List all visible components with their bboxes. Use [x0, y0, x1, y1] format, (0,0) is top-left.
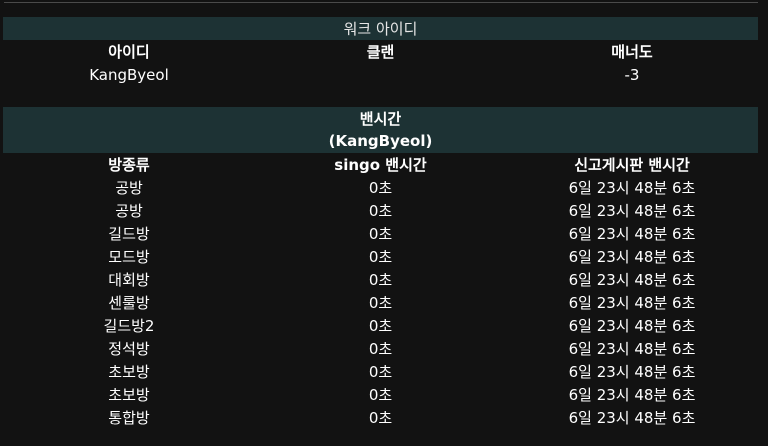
singo-ban-cell: 0초 — [368, 225, 393, 243]
board-ban-cell: 6일 23시 48분 6초 — [568, 317, 696, 335]
col-header-manner: 매너도 — [611, 43, 653, 61]
ban-time-subtitle: (KangByeol) — [328, 132, 433, 150]
singo-ban-cell: 0초 — [368, 202, 393, 220]
board-ban-cell: 6일 23시 48분 6초 — [568, 386, 696, 404]
room-type-cell: 대회방 — [108, 271, 150, 289]
table-row: 모드방 0초 6일 23시 48분 6초 — [3, 245, 758, 268]
singo-ban-cell: 0초 — [368, 409, 393, 427]
table-row: 통합방 0초 6일 23시 48분 6초 — [3, 406, 758, 429]
table-row: 센룰방 0초 6일 23시 48분 6초 — [3, 291, 758, 314]
ban-time-section: 밴시간 (KangByeol) 방종류 singo 밴시간 신고게시판 밴시간 … — [3, 107, 758, 429]
table-row: 공방 0초 6일 23시 48분 6초 — [3, 199, 758, 222]
table-row: 초보방 0초 6일 23시 48분 6초 — [3, 360, 758, 383]
room-type-cell: 공방 — [115, 179, 143, 197]
manner-cell: -3 — [624, 65, 640, 84]
singo-ban-cell: 0초 — [368, 179, 393, 197]
col-header-clan: 클랜 — [366, 43, 395, 61]
col-header-id: 아이디 — [108, 43, 150, 61]
singo-ban-cell: 0초 — [368, 340, 393, 358]
singo-ban-cell: 0초 — [368, 294, 393, 312]
table-row: 초보방 0초 6일 23시 48분 6초 — [3, 383, 758, 406]
room-type-cell: 초보방 — [108, 386, 150, 404]
table-row: 공방 0초 6일 23시 48분 6초 — [3, 176, 758, 199]
singo-ban-cell: 0초 — [368, 386, 393, 404]
user-id-cell: KangByeol — [89, 65, 169, 84]
room-type-cell: 정석방 — [108, 340, 150, 358]
singo-ban-cell: 0초 — [368, 248, 393, 266]
top-divider — [4, 2, 758, 3]
board-ban-cell: 6일 23시 48분 6초 — [568, 225, 696, 243]
board-ban-cell: 6일 23시 48분 6초 — [568, 340, 696, 358]
ban-time-header: 밴시간 (KangByeol) — [3, 107, 758, 153]
work-id-section: 워크 아이디 아이디 클랜 매너도 KangByeol -3 — [3, 17, 758, 86]
board-ban-cell: 6일 23시 48분 6초 — [568, 248, 696, 266]
singo-ban-cell: 0초 — [368, 271, 393, 289]
ban-rows: 공방 0초 6일 23시 48분 6초 공방 0초 6일 23시 48분 6초 길드방 0초 6… — [3, 176, 758, 429]
room-type-cell: 공방 — [115, 202, 143, 220]
singo-ban-cell: 0초 — [368, 363, 393, 381]
ban-time-title: 밴시간 — [359, 110, 402, 128]
work-id-header-row: 아이디 클랜 매너도 — [3, 40, 758, 63]
col-header-board-ban: 신고게시판 밴시간 — [574, 156, 690, 174]
room-type-cell: 센룰방 — [108, 294, 150, 312]
ban-header-row: 방종류 singo 밴시간 신고게시판 밴시간 — [3, 153, 758, 176]
work-id-row: KangByeol -3 — [3, 63, 758, 86]
work-id-table: 아이디 클랜 매너도 KangByeol -3 — [3, 40, 758, 86]
table-row: 길드방2 0초 6일 23시 48분 6초 — [3, 314, 758, 337]
board-ban-cell: 6일 23시 48분 6초 — [568, 409, 696, 427]
ban-time-table: 방종류 singo 밴시간 신고게시판 밴시간 공방 0초 6일 23시 48분 6… — [3, 153, 758, 429]
board-ban-cell: 6일 23시 48분 6초 — [568, 179, 696, 197]
board-ban-cell: 6일 23시 48분 6초 — [568, 202, 696, 220]
table-row: 길드방 0초 6일 23시 48분 6초 — [3, 222, 758, 245]
room-type-cell: 초보방 — [108, 363, 150, 381]
col-header-singo-ban: singo 밴시간 — [334, 156, 427, 174]
col-header-room-type: 방종류 — [108, 156, 150, 174]
board-ban-cell: 6일 23시 48분 6초 — [568, 271, 696, 289]
room-type-cell: 길드방 — [108, 225, 150, 243]
table-row: 정석방 0초 6일 23시 48분 6초 — [3, 337, 758, 360]
table-row: 대회방 0초 6일 23시 48분 6초 — [3, 268, 758, 291]
room-type-cell: 통합방 — [108, 409, 150, 427]
work-id-title: 워크 아이디 — [3, 17, 758, 40]
singo-ban-cell: 0초 — [368, 317, 393, 335]
board-ban-cell: 6일 23시 48분 6초 — [568, 363, 696, 381]
clan-cell — [255, 63, 506, 86]
room-type-cell: 길드방2 — [103, 317, 155, 335]
room-type-cell: 모드방 — [108, 248, 150, 266]
board-ban-cell: 6일 23시 48분 6초 — [568, 294, 696, 312]
